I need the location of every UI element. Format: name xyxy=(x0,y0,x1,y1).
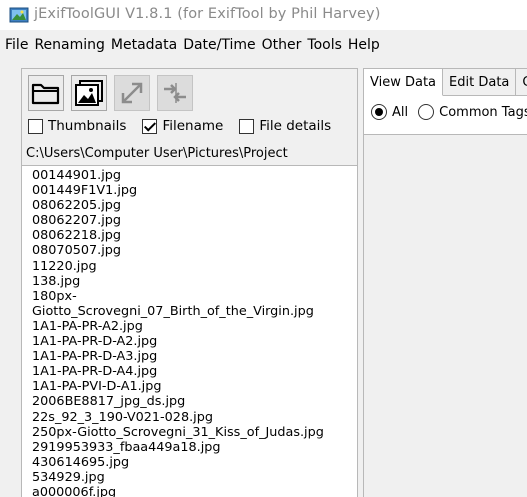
folder-open-icon xyxy=(31,83,60,105)
file-list-item[interactable]: 001449F1V1.jpg xyxy=(32,183,357,198)
file-details-label: File details xyxy=(259,118,332,134)
filename-checkbox-box[interactable] xyxy=(142,118,158,134)
file-list-item[interactable]: 1A1-PA-PVI-D-A1.jpg xyxy=(32,379,357,394)
thumbnails-checkbox-box[interactable] xyxy=(28,118,43,134)
image-icon xyxy=(75,80,103,106)
thumbnails-checkbox[interactable]: Thumbnails xyxy=(28,118,126,134)
file-list-item[interactable]: Giotto_Scrovegni_07_Birth_of_the_Virgin.… xyxy=(32,304,357,319)
menu-help[interactable]: Help xyxy=(348,37,380,53)
common-tags-radio-circle[interactable] xyxy=(418,104,435,120)
common-tags-radio[interactable]: Common Tags xyxy=(418,104,527,120)
all-radio-label: All xyxy=(392,104,409,120)
file-list-item[interactable]: 1A1-PA-PR-D-A4.jpg xyxy=(32,364,357,379)
file-list-item[interactable]: 22s_92_3_190-V021-028.jpg xyxy=(32,410,357,425)
file-list[interactable]: 00144901.jpg 001449F1V1.jpg 08062205.jpg 08… xyxy=(22,165,357,497)
file-list-item[interactable]: 11220.jpg xyxy=(32,259,357,274)
toolbar xyxy=(28,75,193,111)
file-list-item[interactable]: 2006BE8817_jpg_ds.jpg xyxy=(32,394,357,409)
menu-tools[interactable]: Tools xyxy=(307,37,342,53)
compare-icon xyxy=(164,83,186,103)
file-list-item[interactable]: 08070507.jpg xyxy=(32,243,357,258)
current-path: C:\Users\Computer User\Pictures\Project xyxy=(26,146,288,161)
title-bar: jExifToolGUI V1.8.1 (for ExifTool by Phi… xyxy=(0,0,527,30)
file-list-item[interactable]: 534929.jpg xyxy=(32,470,357,485)
metadata-panel: View Data Edit Data Copy All Common Tags xyxy=(363,68,527,497)
menu-other[interactable]: Other xyxy=(262,37,302,53)
file-list-item[interactable]: 430614695.jpg xyxy=(32,455,357,470)
app-icon xyxy=(9,7,29,23)
metadata-table-area xyxy=(364,134,527,497)
file-list-item[interactable]: 1A1-PA-PR-A2.jpg xyxy=(32,319,357,334)
menu-bar: File Renaming Metadata Date/Time Other T… xyxy=(0,33,527,57)
tab-edit-data[interactable]: Edit Data xyxy=(443,69,517,96)
compare-button[interactable] xyxy=(157,75,193,111)
load-directory-button[interactable] xyxy=(28,75,64,111)
file-list-item[interactable]: 1A1-PA-PR-D-A2.jpg xyxy=(32,334,357,349)
file-browser-panel: Thumbnails Filename File details C:\User… xyxy=(21,68,358,497)
file-details-checkbox[interactable]: File details xyxy=(239,118,331,134)
file-list-item[interactable]: 00144901.jpg xyxy=(32,168,357,183)
file-list-item[interactable]: 08062205.jpg xyxy=(32,198,357,213)
file-list-item[interactable]: a000006f.jpg xyxy=(32,485,357,497)
file-details-checkbox-box[interactable] xyxy=(239,118,255,134)
thumbnails-label: Thumbnails xyxy=(48,118,127,134)
common-tags-radio-label: Common Tags xyxy=(439,104,527,120)
file-list-item[interactable]: 180px- xyxy=(32,289,357,304)
file-list-item[interactable]: 08062207.jpg xyxy=(32,213,357,228)
menu-file[interactable]: File xyxy=(5,37,28,53)
all-radio[interactable]: All xyxy=(371,104,408,120)
tab-view-data[interactable]: View Data xyxy=(364,69,444,96)
file-list-item[interactable]: 138.jpg xyxy=(32,274,357,289)
file-list-item[interactable]: 2919953933_fbaa449a18.jpg xyxy=(32,440,357,455)
menu-datetime[interactable]: Date/Time xyxy=(183,37,255,53)
menu-metadata[interactable]: Metadata xyxy=(111,37,177,53)
menu-renaming[interactable]: Renaming xyxy=(34,37,104,53)
window-title: jExifToolGUI V1.8.1 (for ExifTool by Phi… xyxy=(34,6,381,22)
filename-checkbox[interactable]: Filename xyxy=(142,118,223,134)
tab-copy[interactable]: Copy xyxy=(516,69,527,96)
view-data-content: All Common Tags xyxy=(364,96,527,497)
file-list-item[interactable]: 1A1-PA-PR-D-A3.jpg xyxy=(32,349,357,364)
tag-filter: All Common Tags xyxy=(371,104,527,120)
expand-icon xyxy=(121,82,143,104)
tab-bar: View Data Edit Data Copy xyxy=(364,69,527,96)
all-radio-circle[interactable] xyxy=(371,104,387,120)
file-list-item[interactable]: 250px-Giotto_Scrovegni_31_Kiss_of_Judas.… xyxy=(32,425,357,440)
display-options: Thumbnails Filename File details xyxy=(28,118,347,134)
load-images-button[interactable] xyxy=(71,75,107,111)
file-list-item[interactable]: 08062218.jpg xyxy=(32,228,357,243)
filename-label: Filename xyxy=(162,118,224,134)
expand-button[interactable] xyxy=(114,75,150,111)
